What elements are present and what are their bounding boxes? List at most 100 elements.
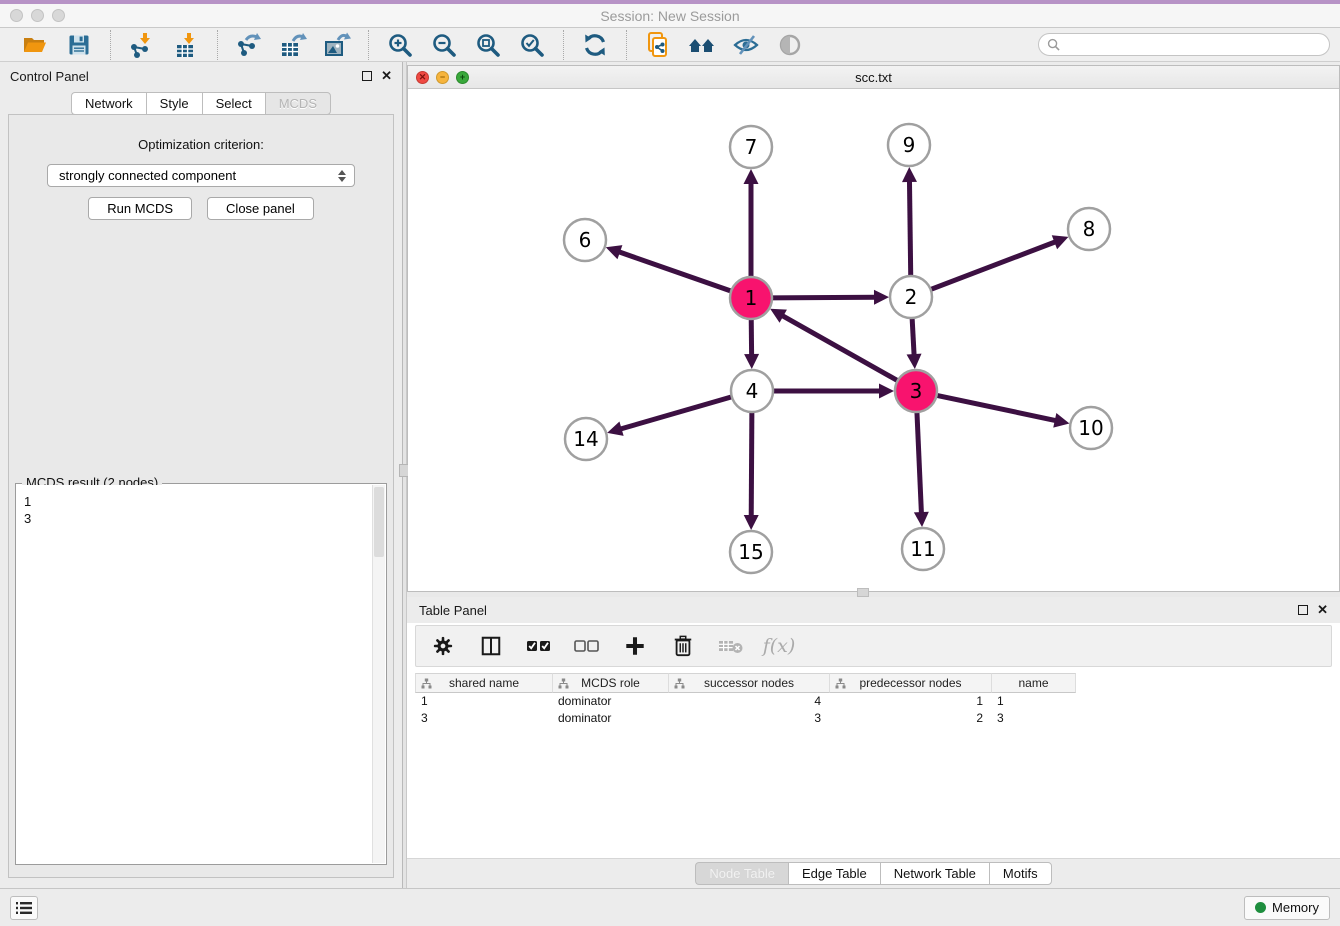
- tab-mcds[interactable]: MCDS: [265, 92, 331, 115]
- table-column-header[interactable]: shared name: [415, 673, 552, 693]
- table-settings-icon[interactable]: [430, 632, 456, 660]
- run-mcds-button[interactable]: Run MCDS: [88, 197, 192, 220]
- table-cell[interactable]: 1: [415, 693, 552, 710]
- horizontal-splitter[interactable]: [407, 592, 1340, 597]
- edge-4-14[interactable]: [620, 396, 734, 429]
- control-panel: Control Panel ✕ NetworkStyleSelectMCDS O…: [0, 62, 402, 888]
- show-all-icon[interactable]: [775, 31, 805, 59]
- search-icon: [1047, 38, 1060, 51]
- open-session-icon[interactable]: [20, 31, 50, 59]
- vertical-splitter[interactable]: [402, 62, 407, 888]
- edge-1-2[interactable]: [770, 297, 876, 298]
- float-panel-icon[interactable]: [1298, 605, 1308, 615]
- table-column-header[interactable]: name: [991, 673, 1076, 693]
- tab-motifs[interactable]: Motifs: [989, 862, 1052, 885]
- memory-label: Memory: [1272, 900, 1319, 915]
- column-hierarchy-icon: [835, 678, 846, 689]
- graph-node-label: 8: [1083, 217, 1096, 241]
- task-history-button[interactable]: [10, 896, 38, 920]
- edge-arrowhead: [874, 290, 889, 305]
- edge-arrowhead: [744, 169, 759, 184]
- table-cell[interactable]: 3: [415, 710, 552, 727]
- table-row[interactable]: 1dominator411: [415, 693, 1332, 710]
- table-cell[interactable]: dominator: [552, 693, 668, 710]
- criterion-dropdown[interactable]: strongly connected component: [47, 164, 355, 187]
- edge-4-15[interactable]: [751, 410, 752, 517]
- save-session-icon[interactable]: [64, 31, 94, 59]
- column-header-shared-name: shared name: [449, 676, 519, 690]
- tab-network[interactable]: Network: [71, 92, 146, 115]
- tab-select[interactable]: Select: [202, 92, 265, 115]
- table-column-header[interactable]: predecessor nodes: [829, 673, 991, 693]
- edge-arrowhead: [744, 515, 759, 530]
- export-table-icon[interactable]: [278, 31, 308, 59]
- table-cell[interactable]: 4: [668, 693, 829, 710]
- export-image-icon[interactable]: [322, 31, 352, 59]
- first-neighbors-icon[interactable]: [687, 31, 717, 59]
- edge-3-1[interactable]: [781, 315, 899, 381]
- status-bar: Memory: [0, 888, 1340, 926]
- zoom-out-icon[interactable]: [429, 31, 459, 59]
- toolbar-separator: [110, 30, 111, 60]
- export-network-icon[interactable]: [234, 31, 264, 59]
- edge-3-10[interactable]: [935, 395, 1057, 421]
- toolbar-separator: [563, 30, 564, 60]
- graph-node-label: 1: [745, 286, 758, 310]
- hide-selected-icon[interactable]: [731, 31, 761, 59]
- show-column-icon[interactable]: [478, 632, 504, 660]
- table-row[interactable]: 3dominator323: [415, 710, 1332, 727]
- close-panel-icon[interactable]: ✕: [1317, 605, 1328, 615]
- table-cell[interactable]: 3: [991, 710, 1076, 727]
- edge-2-9[interactable]: [909, 180, 910, 278]
- table-column-header[interactable]: successor nodes: [668, 673, 829, 693]
- edge-arrowhead: [744, 354, 759, 369]
- edge-2-3[interactable]: [912, 316, 914, 356]
- table-cell[interactable]: dominator: [552, 710, 668, 727]
- deselect-all-icon[interactable]: [574, 632, 600, 660]
- import-table-icon[interactable]: [171, 31, 201, 59]
- table-cell[interactable]: 2: [829, 710, 991, 727]
- select-all-icon[interactable]: [526, 632, 552, 660]
- search-input[interactable]: [1065, 38, 1321, 52]
- search-field[interactable]: [1038, 33, 1330, 56]
- table-column-header[interactable]: MCDS role: [552, 673, 668, 693]
- tab-style[interactable]: Style: [146, 92, 202, 115]
- edge-arrowhead: [1053, 413, 1069, 428]
- tab-network-table[interactable]: Network Table: [880, 862, 989, 885]
- zoom-selected-icon[interactable]: [517, 31, 547, 59]
- table-header-row[interactable]: shared name MCDS role successor nodes prede…: [415, 673, 1332, 693]
- network-graph[interactable]: 7968124314101511: [408, 89, 1339, 591]
- close-panel-button[interactable]: Close panel: [207, 197, 314, 220]
- edge-arrowhead: [914, 512, 929, 527]
- import-network-icon[interactable]: [127, 31, 157, 59]
- close-panel-icon[interactable]: ✕: [381, 71, 392, 81]
- zoom-fit-icon[interactable]: [473, 31, 503, 59]
- edge-2-8[interactable]: [929, 241, 1057, 290]
- add-row-icon[interactable]: [622, 632, 648, 660]
- mcds-tab-content: Optimization criterion: strongly connect…: [8, 114, 394, 878]
- float-panel-icon[interactable]: [362, 71, 372, 81]
- splitter-handle[interactable]: [857, 588, 869, 597]
- table-cell[interactable]: 3: [668, 710, 829, 727]
- mcds-result-list: 13: [17, 485, 372, 863]
- edge-3-11[interactable]: [917, 410, 922, 514]
- edge-1-6[interactable]: [618, 252, 733, 292]
- graph-node-label: 15: [738, 540, 763, 564]
- optimization-criterion-label: Optimization criterion:: [9, 137, 393, 152]
- column-header-successor-nodes: successor nodes: [704, 676, 794, 690]
- node-table[interactable]: shared name MCDS role successor nodes prede…: [415, 673, 1332, 727]
- delete-rows-icon[interactable]: [670, 632, 696, 660]
- apply-layout-icon[interactable]: [580, 31, 610, 59]
- table-cell[interactable]: 1: [991, 693, 1076, 710]
- result-scrollbar[interactable]: [372, 485, 385, 863]
- network-window-titlebar[interactable]: ✕ − + scc.txt: [408, 66, 1339, 89]
- clone-network-icon[interactable]: [643, 31, 673, 59]
- tab-node-table[interactable]: Node Table: [695, 862, 788, 885]
- table-cell[interactable]: 1: [829, 693, 991, 710]
- memory-button[interactable]: Memory: [1244, 896, 1330, 920]
- mcds-result-item: 1: [24, 493, 366, 510]
- tab-edge-table[interactable]: Edge Table: [788, 862, 880, 885]
- zoom-in-icon[interactable]: [385, 31, 415, 59]
- network-canvas[interactable]: 7968124314101511: [408, 89, 1339, 591]
- table-toolbar: f(x): [415, 625, 1332, 667]
